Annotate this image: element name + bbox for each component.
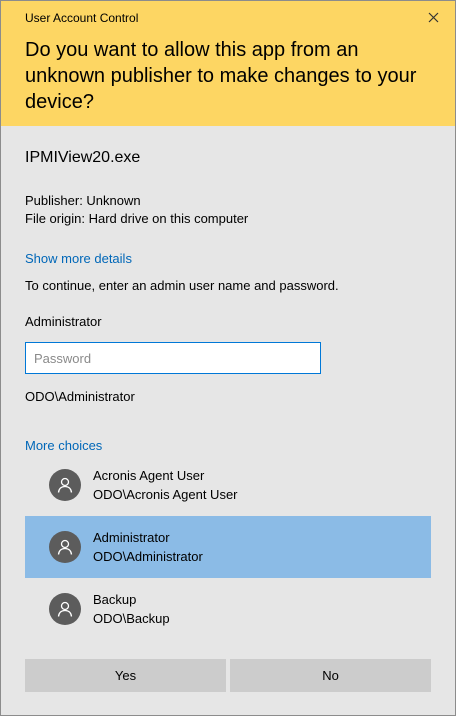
account-option-acronis-agent-user[interactable]: Acronis Agent User ODO\Acronis Agent Use… bbox=[25, 454, 431, 516]
password-input[interactable] bbox=[25, 342, 321, 374]
publisher: Publisher: Unknown bbox=[25, 193, 141, 208]
account-name: Administrator bbox=[93, 530, 170, 545]
account-name: Backup bbox=[93, 592, 137, 607]
close-button[interactable] bbox=[425, 7, 441, 27]
account-option-administrator[interactable]: Administrator ODO\Administrator bbox=[25, 516, 431, 578]
uac-dialog: User Account Control Do you want to allo… bbox=[0, 0, 456, 716]
prompt-question: Do you want to allow this app from an un… bbox=[25, 39, 417, 113]
file-origin: File origin: Hard drive on this computer bbox=[25, 211, 249, 226]
app-name: IPMIView20.exe bbox=[25, 149, 141, 166]
account-domain: ODO\Administrator bbox=[93, 549, 203, 564]
user-icon bbox=[49, 531, 81, 563]
no-button[interactable]: No bbox=[230, 659, 431, 692]
account-domain: ODO\Acronis Agent User bbox=[93, 487, 238, 502]
yes-button[interactable]: Yes bbox=[25, 659, 226, 692]
account-domain: ODO\Backup bbox=[93, 611, 170, 626]
show-more-details-link[interactable]: Show more details bbox=[25, 251, 132, 266]
dialog-header: User Account Control Do you want to allo… bbox=[1, 1, 455, 126]
domain-label: ODO\Administrator bbox=[25, 389, 135, 404]
instruction-text: To continue, enter an admin user name an… bbox=[25, 278, 339, 293]
publisher-info: Publisher: Unknown File origin: Hard dri… bbox=[25, 192, 248, 228]
username-label: Administrator bbox=[25, 314, 102, 329]
account-option-backup[interactable]: Backup ODO\Backup bbox=[25, 578, 431, 640]
user-icon bbox=[49, 593, 81, 625]
user-icon bbox=[49, 469, 81, 501]
account-name: Acronis Agent User bbox=[93, 468, 205, 483]
window-title: User Account Control bbox=[25, 11, 139, 25]
close-icon bbox=[428, 12, 438, 22]
more-choices-link[interactable]: More choices bbox=[25, 438, 102, 453]
